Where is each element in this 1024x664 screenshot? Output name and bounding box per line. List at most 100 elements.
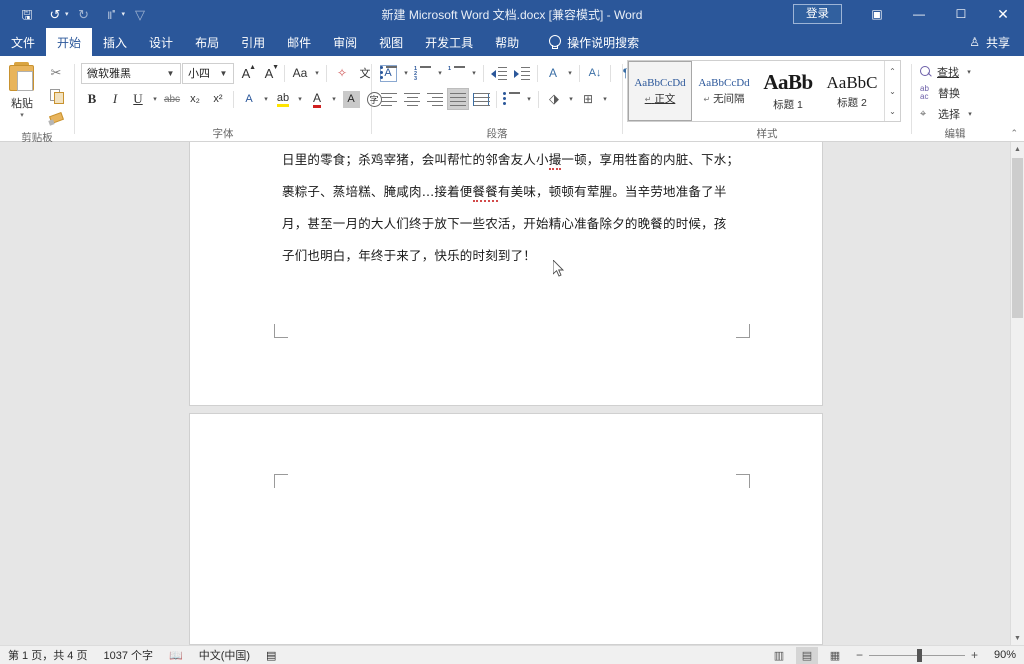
text-effects-button[interactable]: A <box>238 88 260 110</box>
tab-mailings[interactable]: 邮件 <box>276 28 322 56</box>
qat-touch-mode[interactable]: ⑈ ▾ <box>99 3 126 25</box>
proofing-errors-icon[interactable]: 📖 <box>169 649 183 662</box>
accessibility-icon[interactable]: ▤ <box>266 649 276 662</box>
zoom-out-button[interactable]: − <box>856 648 863 662</box>
tab-home[interactable]: 开始 <box>46 28 92 56</box>
tab-insert[interactable]: 插入 <box>92 28 138 56</box>
language-indicator[interactable]: 中文(中国) <box>199 647 250 663</box>
styles-more-button[interactable]: ⌄ <box>885 101 900 121</box>
decrease-indent-button[interactable] <box>488 62 510 84</box>
document-text[interactable]: 日里的零食；杀鸡宰猪，会叫帮忙的邻舍友人小撮一顿，享用牲畜的内脏、下水； 裹粽子… <box>282 144 752 272</box>
chevron-down-icon[interactable]: ▾ <box>524 95 534 103</box>
style-item-heading-2[interactable]: AaBbC 标题 2 <box>820 61 884 121</box>
multilevel-list-button[interactable]: 1 <box>446 62 468 84</box>
chevron-down-icon[interactable]: ▾ <box>312 69 322 77</box>
format-painter-button[interactable] <box>44 108 68 130</box>
italic-button[interactable]: I <box>104 88 126 110</box>
tell-me-search[interactable]: 操作说明搜索 <box>548 28 639 56</box>
sort-button[interactable]: A↓ <box>584 62 606 84</box>
chevron-down-icon[interactable]: ▾ <box>469 69 479 77</box>
document-canvas[interactable]: 日里的零食；杀鸡宰猪，会叫帮忙的邻舍友人小撮一顿，享用牲畜的内脏、下水； 裹粽子… <box>0 142 1024 645</box>
zoom-track[interactable] <box>869 655 965 656</box>
align-center-button[interactable] <box>401 88 423 110</box>
align-right-button[interactable] <box>424 88 446 110</box>
document-page-2[interactable] <box>190 414 822 644</box>
vertical-scrollbar[interactable]: ▲ ▼ <box>1010 142 1024 645</box>
line-spacing-button[interactable] <box>501 88 523 110</box>
chevron-down-icon[interactable]: ▾ <box>435 69 445 77</box>
styles-scroll-down-button[interactable]: ⌄ <box>885 81 900 101</box>
tab-developer[interactable]: 开发工具 <box>414 28 484 56</box>
strikethrough-button[interactable]: abc <box>161 88 183 110</box>
zoom-slider[interactable]: − + <box>856 648 978 662</box>
select-button[interactable]: ⌖ 选择 ▾ <box>920 104 975 124</box>
superscript-button[interactable]: x² <box>207 88 229 110</box>
style-item-no-spacing[interactable]: AaBbCcDd ↵ 无间隔 <box>692 61 756 121</box>
align-distributed-button[interactable] <box>470 88 492 110</box>
close-button[interactable]: ✕ <box>982 0 1024 28</box>
document-page-1[interactable]: 日里的零食；杀鸡宰猪，会叫帮忙的邻舍友人小撮一顿，享用牲畜的内脏、下水； 裹粽子… <box>190 142 822 405</box>
tab-layout[interactable]: 布局 <box>184 28 230 56</box>
clear-formatting-button[interactable]: ✧ <box>331 62 353 84</box>
bold-button[interactable]: B <box>81 88 103 110</box>
tab-file[interactable]: 文件 <box>0 28 46 56</box>
styles-scroll-up-button[interactable]: ⌃ <box>885 61 900 81</box>
chevron-down-icon[interactable]: ▾ <box>965 110 975 118</box>
find-button[interactable]: 查找 ▾ <box>920 62 975 82</box>
view-read-mode-button[interactable]: ▥ <box>768 647 790 664</box>
copy-button[interactable] <box>44 85 68 107</box>
align-left-button[interactable] <box>378 88 400 110</box>
font-name-combo[interactable]: 微软雅黑 ▼ <box>81 63 181 84</box>
style-item-heading-1[interactable]: AaBb 标题 1 <box>756 61 820 121</box>
asian-layout-button[interactable]: A <box>542 62 564 84</box>
qat-save[interactable]: 🖫 <box>14 3 40 25</box>
tab-references[interactable]: 引用 <box>230 28 276 56</box>
font-color-button[interactable]: A <box>306 88 328 110</box>
zoom-thumb[interactable] <box>917 649 922 662</box>
view-web-layout-button[interactable]: ▦ <box>824 647 846 664</box>
numbering-button[interactable]: 123 <box>412 62 434 84</box>
chevron-down-icon[interactable]: ▾ <box>329 95 339 103</box>
align-justify-button[interactable] <box>447 88 469 110</box>
chevron-down-icon[interactable]: ▾ <box>565 69 575 77</box>
underline-button[interactable]: U <box>127 88 149 110</box>
chevron-down-icon[interactable]: ▾ <box>566 95 576 103</box>
scroll-up-button[interactable]: ▲ <box>1011 142 1024 156</box>
character-shading-button[interactable]: A <box>340 88 362 110</box>
word-count[interactable]: 1037 个字 <box>103 647 153 663</box>
tab-review[interactable]: 审阅 <box>322 28 368 56</box>
qat-redo[interactable]: ↻ <box>71 3 97 25</box>
collapse-ribbon-button[interactable]: ⌃ <box>1010 128 1018 139</box>
tab-design[interactable]: 设计 <box>138 28 184 56</box>
minimize-button[interactable]: — <box>898 0 940 28</box>
cut-button[interactable]: ✂ <box>44 62 68 84</box>
bullets-button[interactable] <box>378 62 400 84</box>
page-indicator[interactable]: 第 1 页，共 4 页 <box>8 647 87 663</box>
maximize-button[interactable]: ☐ <box>940 0 982 28</box>
chevron-down-icon[interactable]: ▾ <box>261 95 271 103</box>
zoom-in-button[interactable]: + <box>971 648 978 662</box>
chevron-down-icon[interactable]: ▾ <box>964 68 974 76</box>
subscript-button[interactable]: x₂ <box>184 88 206 110</box>
style-item-normal[interactable]: AaBbCcDd ↵ 正文 <box>628 61 692 121</box>
font-size-combo[interactable]: 小四 ▼ <box>182 63 234 84</box>
tab-view[interactable]: 视图 <box>368 28 414 56</box>
share-button[interactable]: ♙ 共享 <box>969 28 1024 56</box>
ribbon-display-options-button[interactable]: ▣ <box>856 0 898 28</box>
text-highlight-button[interactable]: ab <box>272 88 294 110</box>
zoom-level[interactable]: 90% <box>984 649 1016 661</box>
chevron-down-icon[interactable]: ▾ <box>401 69 411 77</box>
chevron-down-icon[interactable]: ▾ <box>295 95 305 103</box>
paste-button[interactable]: 粘贴 ▾ <box>0 60 44 119</box>
grow-font-button[interactable]: A▲ <box>235 62 257 84</box>
tab-help[interactable]: 帮助 <box>484 28 530 56</box>
scrollbar-thumb[interactable] <box>1012 158 1023 318</box>
qat-customize[interactable]: ▽ <box>127 3 153 25</box>
qat-undo[interactable]: ↺ ▾ <box>42 3 69 25</box>
view-print-layout-button[interactable]: ▤ <box>796 647 818 664</box>
sign-in-button[interactable]: 登录 <box>793 4 842 24</box>
increase-indent-button[interactable] <box>511 62 533 84</box>
chevron-down-icon[interactable]: ▾ <box>600 95 610 103</box>
shrink-font-button[interactable]: A▼ <box>258 62 280 84</box>
change-case-button[interactable]: Aa <box>289 62 311 84</box>
